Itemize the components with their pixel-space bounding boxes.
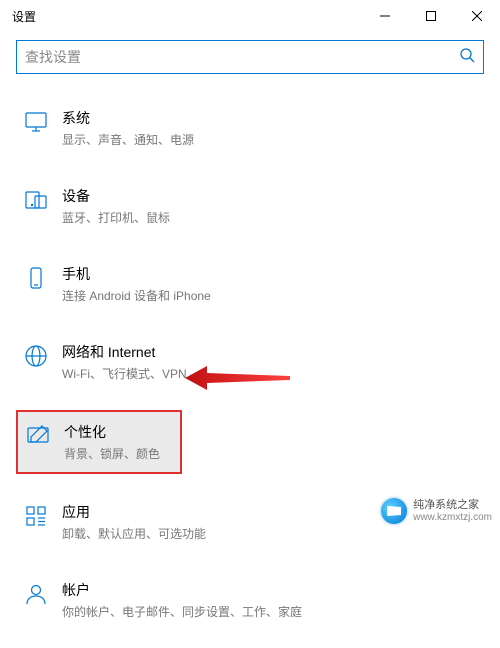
category-accounts[interactable]: 帐户 你的帐户、电子邮件、同步设置、工作、家庭 [16, 570, 484, 630]
category-title: 网络和 Internet [62, 342, 187, 362]
maximize-icon [426, 11, 436, 21]
category-desc: 蓝牙、打印机、鼠标 [62, 209, 170, 226]
category-desc: 显示、声音、通知、电源 [62, 131, 194, 148]
category-network[interactable]: 网络和 Internet Wi-Fi、飞行模式、VPN [16, 332, 484, 392]
category-phone[interactable]: 手机 连接 Android 设备和 iPhone [16, 254, 484, 314]
window-controls [362, 0, 500, 32]
category-title: 帐户 [62, 580, 302, 600]
category-text: 手机 连接 Android 设备和 iPhone [62, 264, 211, 304]
search-box[interactable] [16, 40, 484, 74]
category-list: 系统 显示、声音、通知、电源 设备 蓝牙、打印机、鼠标 手机 连接 Androi… [16, 98, 484, 648]
personalization-icon [24, 422, 52, 450]
category-desc: 你的帐户、电子邮件、同步设置、工作、家庭 [62, 603, 302, 620]
category-system[interactable]: 系统 显示、声音、通知、电源 [16, 98, 484, 158]
accounts-icon [22, 580, 50, 608]
category-text: 网络和 Internet Wi-Fi、飞行模式、VPN [62, 342, 187, 382]
close-icon [472, 11, 482, 21]
category-text: 应用 卸载、默认应用、可选功能 [62, 502, 206, 542]
search-icon [459, 47, 475, 68]
category-devices[interactable]: 设备 蓝牙、打印机、鼠标 [16, 176, 484, 236]
apps-icon [22, 502, 50, 530]
watermark-logo [381, 498, 407, 524]
phone-icon [22, 264, 50, 292]
category-title: 个性化 [64, 422, 160, 442]
window-title: 设置 [12, 8, 36, 25]
minimize-icon [380, 11, 390, 21]
minimize-button[interactable] [362, 0, 408, 32]
devices-icon [22, 186, 50, 214]
category-text: 个性化 背景、锁屏、颜色 [64, 422, 160, 462]
watermark: 纯净系统之家 www.kzmxtzj.com [381, 498, 492, 524]
category-desc: 卸载、默认应用、可选功能 [62, 525, 206, 542]
category-desc: 连接 Android 设备和 iPhone [62, 287, 211, 304]
category-title: 应用 [62, 502, 206, 522]
watermark-text: 纯净系统之家 www.kzmxtzj.com [413, 499, 492, 522]
close-button[interactable] [454, 0, 500, 32]
maximize-button[interactable] [408, 0, 454, 32]
category-personalization[interactable]: 个性化 背景、锁屏、颜色 [16, 410, 182, 474]
category-desc: Wi-Fi、飞行模式、VPN [62, 365, 187, 382]
category-title: 手机 [62, 264, 211, 284]
content-area: 系统 显示、声音、通知、电源 设备 蓝牙、打印机、鼠标 手机 连接 Androi… [0, 32, 500, 648]
watermark-url: www.kzmxtzj.com [413, 512, 492, 523]
category-text: 设备 蓝牙、打印机、鼠标 [62, 186, 170, 226]
watermark-name: 纯净系统之家 [413, 499, 492, 511]
category-text: 帐户 你的帐户、电子邮件、同步设置、工作、家庭 [62, 580, 302, 620]
category-desc: 背景、锁屏、颜色 [64, 445, 160, 462]
network-icon [22, 342, 50, 370]
system-icon [22, 108, 50, 136]
category-title: 系统 [62, 108, 194, 128]
search-input[interactable] [25, 49, 459, 65]
title-bar: 设置 [0, 0, 500, 32]
category-text: 系统 显示、声音、通知、电源 [62, 108, 194, 148]
category-title: 设备 [62, 186, 170, 206]
